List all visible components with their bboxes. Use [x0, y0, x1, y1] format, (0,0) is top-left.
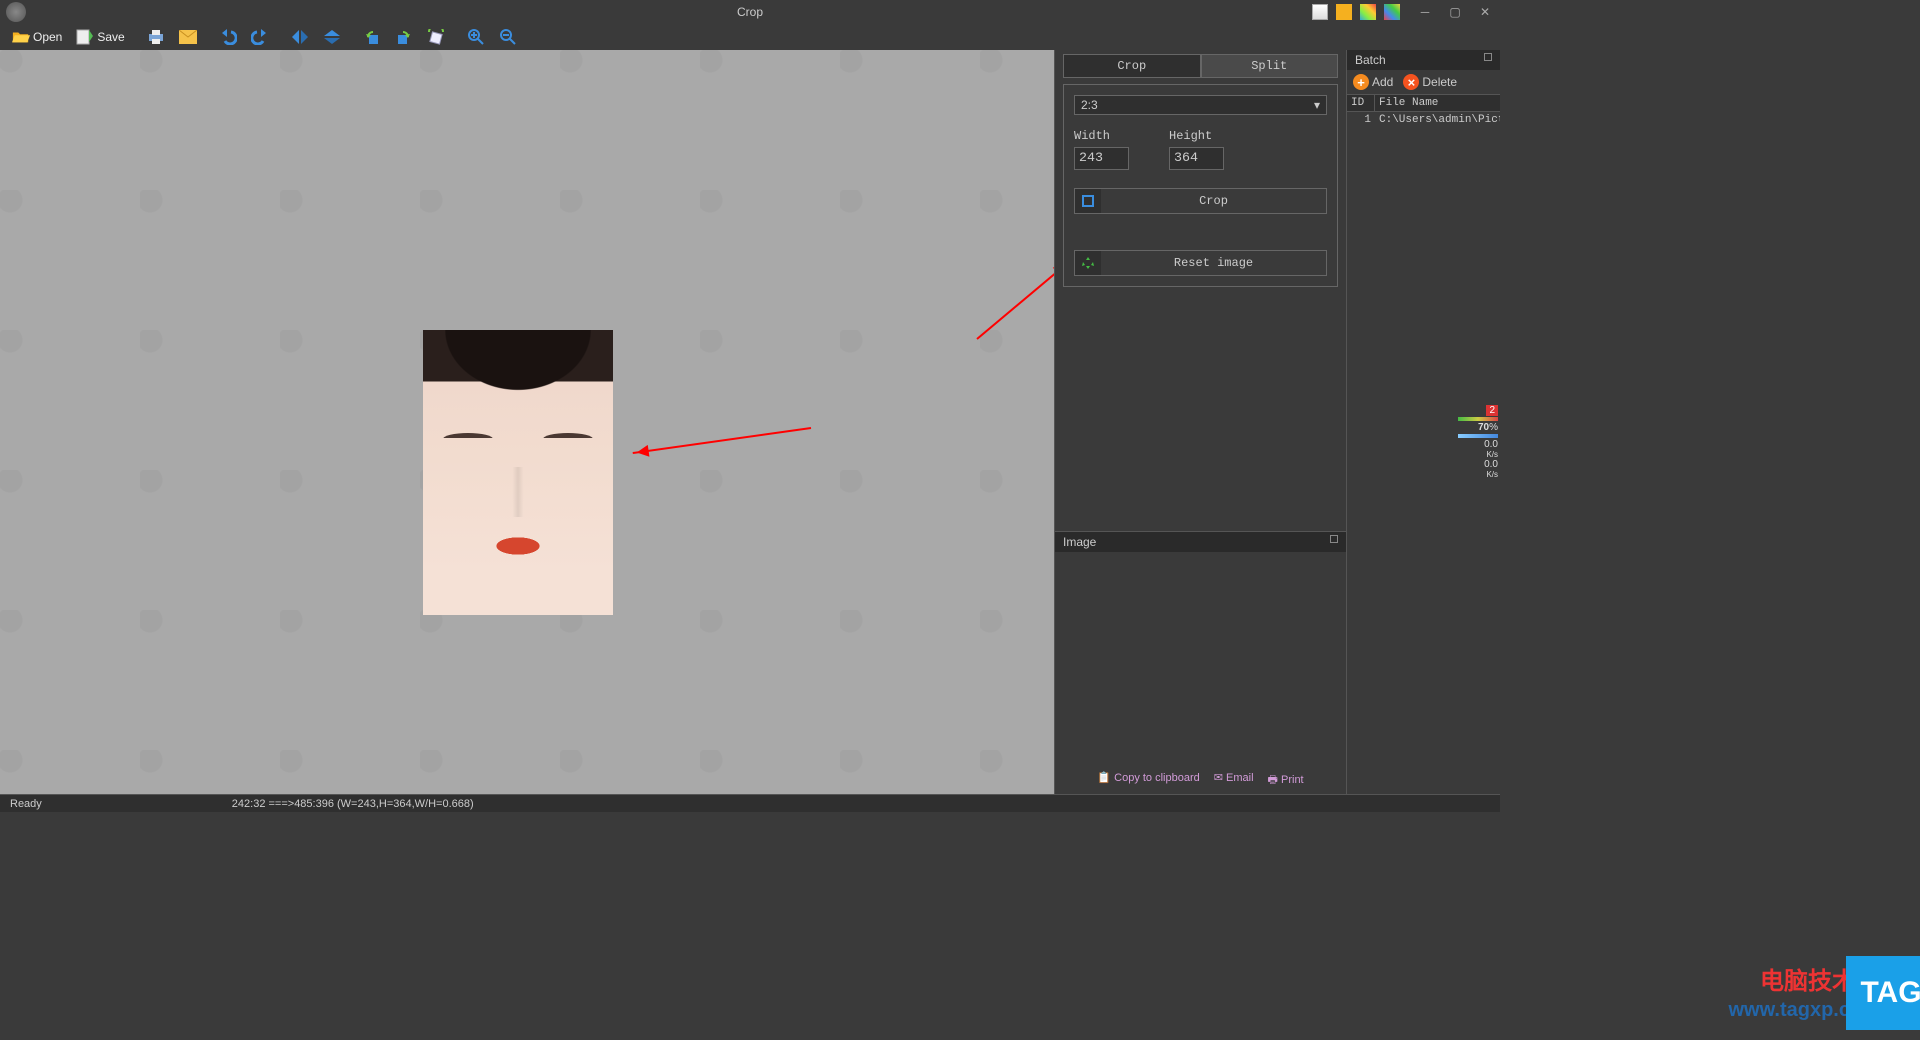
- zoom-out-button[interactable]: [493, 26, 523, 48]
- recycle-icon: [1075, 251, 1101, 275]
- window-title: Crop: [737, 5, 763, 19]
- preview-thumbnail[interactable]: [1136, 558, 1266, 743]
- undo-icon: [219, 28, 237, 46]
- chevron-down-icon: ▾: [1314, 98, 1320, 112]
- rotate-free-icon: [427, 28, 445, 46]
- redo-button[interactable]: [245, 26, 275, 48]
- ratio-dropdown[interactable]: 2:3 ▾: [1074, 95, 1327, 115]
- image-preview: 📋 Copy to clipboard ✉ Email 🖶 Print: [1055, 552, 1346, 794]
- save-icon: [76, 28, 94, 46]
- table-row[interactable]: 1 C:\Users\admin\Picture...: [1347, 112, 1500, 128]
- column-id[interactable]: ID: [1347, 95, 1375, 111]
- tab-crop[interactable]: Crop: [1063, 54, 1201, 78]
- zoom-in-icon: [467, 28, 485, 46]
- app-icon: [6, 2, 26, 22]
- rotate-right-icon: [395, 28, 413, 46]
- main-area: Crop Split 2:3 ▾ Width Height: [0, 50, 1500, 794]
- watermark-tag: TAG: [1846, 956, 1920, 1030]
- ratio-selected: 2:3: [1081, 98, 1098, 112]
- open-button[interactable]: Open: [6, 26, 68, 48]
- redo-icon: [251, 28, 269, 46]
- mode-tabs: Crop Split: [1063, 54, 1338, 78]
- close-button[interactable]: ✕: [1470, 0, 1500, 24]
- email-button[interactable]: [173, 26, 203, 48]
- image-panel-header: Image: [1055, 531, 1346, 552]
- status-coords: 242:32 ===>485:396 (W=243,H=364,W/H=0.66…: [232, 798, 474, 810]
- printer-icon: [147, 28, 165, 46]
- network-widget: 2 70% 0.0 K/s 0.0 K/s: [1458, 405, 1498, 479]
- pin-icon[interactable]: [1484, 53, 1492, 61]
- flip-vertical-button[interactable]: [317, 26, 347, 48]
- crop-options-panel: 2:3 ▾ Width Height Crop: [1063, 84, 1338, 287]
- height-input[interactable]: [1169, 147, 1224, 170]
- copy-clipboard-button[interactable]: 📋 Copy to clipboard: [1097, 771, 1199, 790]
- zoom-in-button[interactable]: [461, 26, 491, 48]
- print-action-button[interactable]: 🖶 Print: [1268, 771, 1304, 790]
- print-button[interactable]: [141, 26, 171, 48]
- cropped-image[interactable]: [423, 330, 613, 615]
- width-input[interactable]: [1074, 147, 1129, 170]
- batch-header: Batch: [1347, 50, 1500, 70]
- panel-icon-4[interactable]: [1384, 4, 1400, 20]
- email-action-button[interactable]: ✉ Email: [1214, 771, 1254, 790]
- statusbar: Ready 242:32 ===>485:396 (W=243,H=364,W/…: [0, 794, 1500, 812]
- rotate-left-button[interactable]: [357, 26, 387, 48]
- batch-add-button[interactable]: + Add: [1353, 74, 1393, 90]
- rotate-free-button[interactable]: [421, 26, 451, 48]
- save-button[interactable]: Save: [70, 26, 130, 48]
- zoom-out-icon: [499, 28, 517, 46]
- canvas[interactable]: [0, 50, 1054, 794]
- panel-icon-1[interactable]: [1312, 4, 1328, 20]
- minimize-button[interactable]: ─: [1410, 0, 1440, 24]
- batch-title: Batch: [1355, 53, 1386, 67]
- titlebar: Crop ─ ▢ ✕: [0, 0, 1500, 24]
- pin-icon[interactable]: [1330, 535, 1338, 543]
- column-filename[interactable]: File Name: [1375, 95, 1500, 111]
- batch-panel: Batch + Add × Delete ID File Name 1 C:\U…: [1346, 50, 1500, 794]
- flip-v-icon: [323, 28, 341, 46]
- undo-button[interactable]: [213, 26, 243, 48]
- height-label: Height: [1169, 129, 1224, 143]
- status-ready: Ready: [10, 798, 42, 810]
- rotate-left-icon: [363, 28, 381, 46]
- flip-horizontal-button[interactable]: [285, 26, 315, 48]
- batch-delete-button[interactable]: × Delete: [1403, 74, 1457, 90]
- x-icon: ×: [1403, 74, 1419, 90]
- widget-badge: 2: [1486, 405, 1498, 416]
- folder-open-icon: [12, 28, 30, 46]
- toolbar: Open Save: [0, 24, 1500, 50]
- rotate-right-button[interactable]: [389, 26, 419, 48]
- panel-icon-3[interactable]: [1360, 4, 1376, 20]
- crop-button[interactable]: Crop: [1074, 188, 1327, 214]
- right-sidebar: Crop Split 2:3 ▾ Width Height: [1054, 50, 1346, 794]
- envelope-icon: [179, 28, 197, 46]
- crop-icon: [1075, 189, 1101, 213]
- panel-icon-2[interactable]: [1336, 4, 1352, 20]
- maximize-button[interactable]: ▢: [1440, 0, 1470, 24]
- flip-h-icon: [291, 28, 309, 46]
- image-panel-title: Image: [1063, 535, 1096, 549]
- reset-image-button[interactable]: Reset image: [1074, 250, 1327, 276]
- plus-icon: +: [1353, 74, 1369, 90]
- tab-split[interactable]: Split: [1201, 54, 1339, 78]
- width-label: Width: [1074, 129, 1129, 143]
